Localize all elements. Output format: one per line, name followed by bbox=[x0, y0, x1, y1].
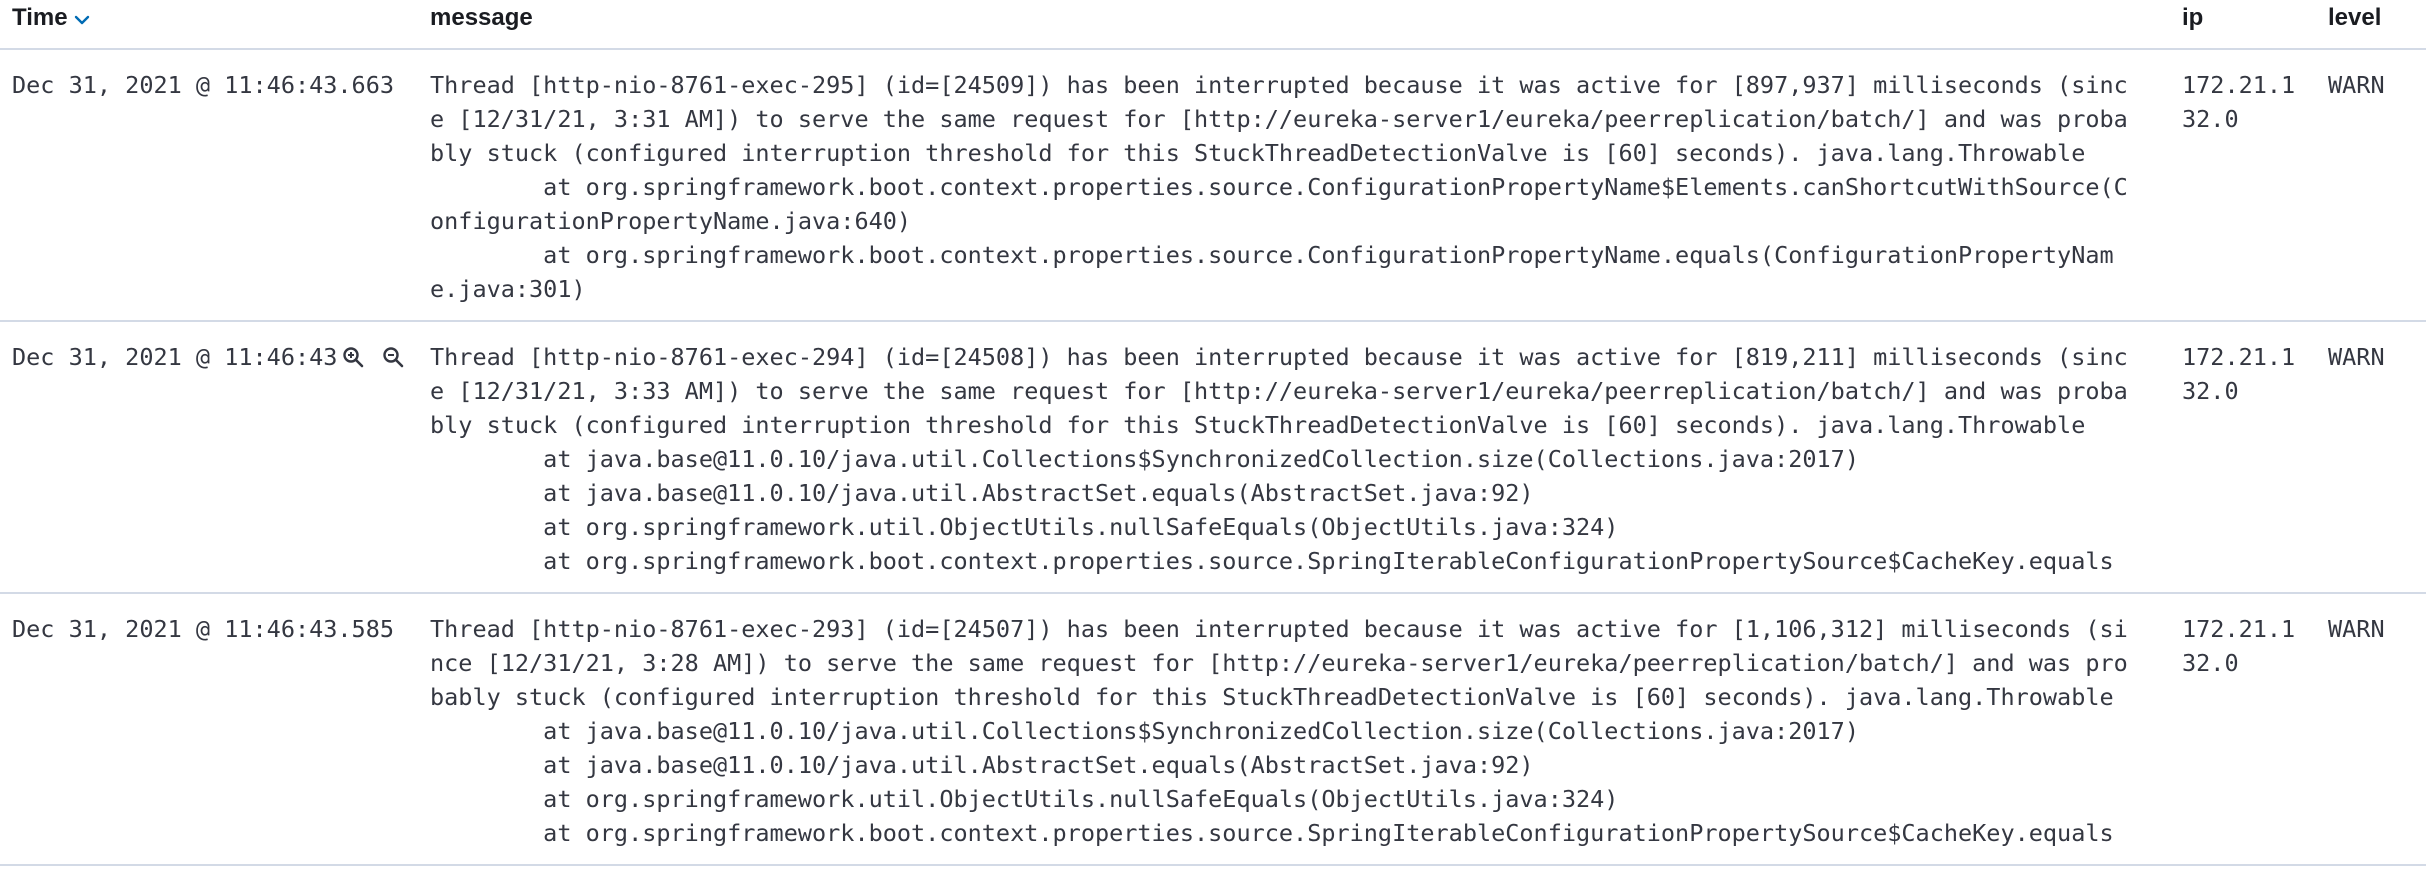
column-header-ip[interactable]: ip bbox=[2182, 4, 2203, 32]
message-cell: Thread [http-nio-8761-exec-294] (id=[245… bbox=[430, 340, 2150, 586]
column-header-time[interactable]: Time bbox=[12, 4, 90, 32]
message-line: onfigurationPropertyName.java:640) bbox=[430, 207, 912, 235]
message-line: at org.springframework.util.ObjectUtils.… bbox=[430, 513, 1619, 541]
message-line: e.java:301) bbox=[430, 275, 586, 303]
message-line: bly stuck (configured interruption thres… bbox=[430, 139, 2086, 167]
table-row[interactable]: Dec 31, 2021 @ 11:46:43.663 Thread [http-… bbox=[0, 50, 2426, 322]
time-cell: Dec 31, 2021 @ 11:46:43.663 bbox=[12, 71, 395, 99]
message-line: at org.springframework.boot.context.prop… bbox=[430, 819, 2114, 847]
caret-down-icon[interactable] bbox=[74, 4, 90, 32]
message-cell: Thread [http-nio-8761-exec-295] (id=[245… bbox=[430, 68, 2150, 310]
table-header: Time message ip level bbox=[0, 0, 2426, 50]
message-line: nce [12/31/21, 3:28 AM]) to serve the sa… bbox=[430, 649, 2128, 677]
message-line: bably stuck (configured interruption thr… bbox=[430, 683, 2114, 711]
ip-cell: 172.21.1 32.0 bbox=[2182, 612, 2295, 680]
message-line: Thread [http-nio-8761-exec-293] (id=[245… bbox=[430, 615, 2128, 643]
column-header-message[interactable]: message bbox=[430, 4, 533, 32]
column-header-level[interactable]: level bbox=[2328, 4, 2381, 32]
table-row[interactable]: Dec 31, 2021 @ 11:46:43.585 Thread [http-… bbox=[0, 594, 2426, 866]
message-line: at java.base@11.0.10/java.util.AbstractS… bbox=[430, 479, 1534, 507]
message-line: bly stuck (configured interruption thres… bbox=[430, 411, 2086, 439]
message-line: at org.springframework.boot.context.prop… bbox=[430, 241, 2114, 269]
zoom-in-icon[interactable] bbox=[340, 340, 366, 374]
ip-line: 172.21.1 bbox=[2182, 343, 2296, 371]
ip-line: 32.0 bbox=[2182, 377, 2239, 405]
message-line: at java.base@11.0.10/java.util.AbstractS… bbox=[430, 751, 1534, 779]
time-cell: Dec 31, 2021 @ 11:46:43.585 bbox=[12, 615, 395, 643]
zoom-out-icon[interactable] bbox=[380, 340, 406, 374]
level-cell: WARN bbox=[2328, 71, 2385, 99]
ip-line: 172.21.1 bbox=[2182, 71, 2296, 99]
message-line: e [12/31/21, 3:31 AM]) to serve the same… bbox=[430, 105, 2128, 133]
message-cell: Thread [http-nio-8761-exec-293] (id=[245… bbox=[430, 612, 2150, 858]
message-line: at java.base@11.0.10/java.util.Collectio… bbox=[430, 445, 1859, 473]
ip-cell: 172.21.1 32.0 bbox=[2182, 68, 2295, 136]
message-line: Thread [http-nio-8761-exec-294] (id=[245… bbox=[430, 343, 2128, 371]
ip-cell: 172.21.1 32.0 bbox=[2182, 340, 2295, 408]
message-line: Thread [http-nio-8761-exec-295] (id=[245… bbox=[430, 71, 2128, 99]
message-line: at org.springframework.boot.context.prop… bbox=[430, 547, 2114, 575]
message-line: at org.springframework.boot.context.prop… bbox=[430, 173, 2128, 201]
ip-line: 32.0 bbox=[2182, 105, 2239, 133]
table-row[interactable]: Dec 31, 2021 @ 11:46:43 Thread [http-nio-… bbox=[0, 322, 2426, 594]
level-cell: WARN bbox=[2328, 615, 2385, 643]
message-line: e [12/31/21, 3:33 AM]) to serve the same… bbox=[430, 377, 2128, 405]
time-cell: Dec 31, 2021 @ 11:46:43 bbox=[12, 343, 338, 371]
level-cell: WARN bbox=[2328, 343, 2385, 371]
ip-line: 32.0 bbox=[2182, 649, 2239, 677]
ip-line: 172.21.1 bbox=[2182, 615, 2296, 643]
column-header-time-label: Time bbox=[12, 4, 68, 31]
message-line: at org.springframework.util.ObjectUtils.… bbox=[430, 785, 1619, 813]
message-line: at java.base@11.0.10/java.util.Collectio… bbox=[430, 717, 1859, 745]
